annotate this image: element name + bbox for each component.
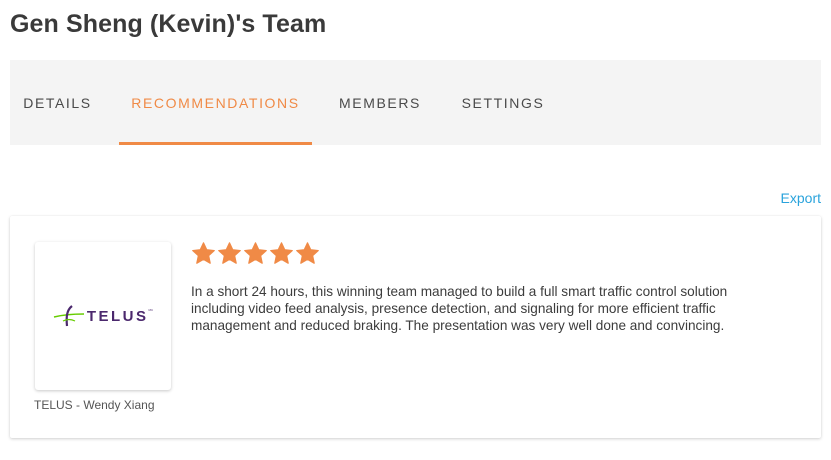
page-title: Gen Sheng (Kevin)'s Team (10, 10, 327, 38)
tab-recommendations[interactable]: RECOMMENDATIONS (119, 60, 312, 145)
telus-logo: TELUS MC (53, 304, 153, 328)
recommendation-text: In a short 24 hours, this winning team m… (191, 284, 728, 333)
recommendation-author: TELUS - Wendy Xiang (34, 398, 155, 412)
tab-members[interactable]: MEMBERS (326, 60, 434, 145)
tab-recommendations-label: RECOMMENDATIONS (131, 94, 300, 111)
telus-trademark: MC (148, 308, 154, 312)
star-icon (296, 242, 319, 264)
tab-members-label: MEMBERS (339, 94, 421, 111)
active-tab-indicator (119, 142, 312, 145)
recommendation-card: TELUS MC TELUS - Wendy Xiang In a short … (10, 216, 821, 438)
star-icon (270, 242, 293, 264)
tab-settings-label: SETTINGS (461, 94, 545, 111)
star-icon (244, 242, 267, 264)
rating-stars (191, 241, 320, 266)
star-icon (192, 242, 215, 264)
tab-settings[interactable]: SETTINGS (448, 60, 558, 145)
export-link[interactable]: Export (781, 190, 821, 206)
tab-details[interactable]: DETAILS (10, 60, 105, 145)
telus-wordmark: TELUS (86, 307, 149, 325)
team-page: Gen Sheng (Kevin)'s Team DETAILS RECOMME… (0, 0, 831, 460)
tab-bar: DETAILS RECOMMENDATIONS MEMBERS SETTINGS (10, 60, 821, 145)
company-logo-box: TELUS MC (35, 242, 171, 390)
star-icon (218, 242, 241, 264)
tab-details-label: DETAILS (23, 94, 92, 111)
telus-globe-icon (53, 305, 84, 327)
